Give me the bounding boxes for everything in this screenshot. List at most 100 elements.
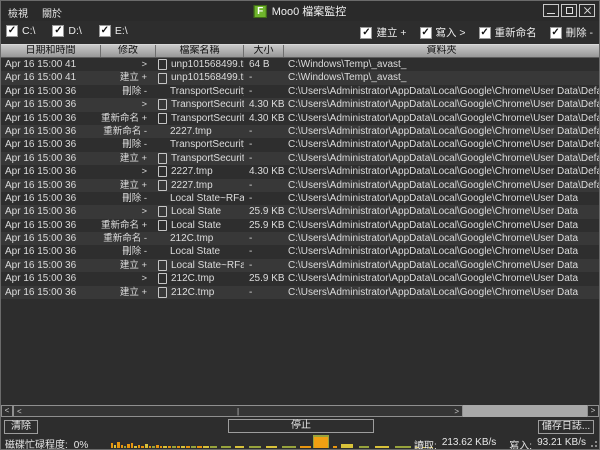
scroll-right-button[interactable]: > <box>587 405 599 417</box>
thumb-grip-icon: | <box>236 406 240 416</box>
resize-grip[interactable] <box>589 439 597 447</box>
filename-text: unp101568499.tmp <box>171 72 244 84</box>
cell-operation: 建立 + <box>119 152 147 164</box>
activity-bar <box>168 446 171 448</box>
title-bar: 檢視 關於 F Moo0 檔案監控 <box>1 1 599 21</box>
activity-bar <box>282 446 296 448</box>
cell-date: Apr 16 15:00 36 <box>5 112 77 124</box>
drive-checkbox-1[interactable]: ✓ D:\ <box>52 25 82 37</box>
activity-bar <box>131 443 133 448</box>
activity-bar <box>191 446 196 448</box>
file-icon <box>158 112 167 124</box>
cell-folder: C:\Users\Administrator\AppData\Local\Goo… <box>288 125 599 137</box>
horizontal-scrollbar[interactable]: < < | > > <box>1 405 599 417</box>
app-icon: F <box>253 4 267 18</box>
activity-bar <box>375 446 389 448</box>
activity-bar <box>300 446 311 448</box>
cell-operation: > <box>141 59 147 70</box>
cell-date: Apr 16 15:00 36 <box>5 259 77 271</box>
cell-filename: 212C.tmp <box>156 272 244 285</box>
activity-bar <box>341 444 353 448</box>
table-row[interactable]: Apr 16 15:00 36 刪除 - TransportSecurity - C:\… <box>1 138 599 152</box>
filename-text: TransportSecurity~RF... <box>171 152 244 164</box>
filename-text: TransportSecurity <box>171 112 244 124</box>
activity-bar <box>203 446 209 448</box>
cell-date: Apr 16 15:00 36 <box>5 192 77 204</box>
maximize-button[interactable] <box>561 4 577 17</box>
activity-bar <box>152 446 155 448</box>
table-row[interactable]: Apr 16 15:00 36 重新命名 - 212C.tmp - C:\Users\A… <box>1 232 599 246</box>
table-row[interactable]: Apr 16 15:00 36 重新命名 - 2227.tmp - C:\Users\A… <box>1 124 599 139</box>
table-row[interactable]: Apr 16 15:00 36 建立 + TransportSecurity~RF.… <box>1 151 599 166</box>
drive-checkbox-0[interactable]: ✓ C:\ <box>6 25 35 37</box>
save-log-button[interactable]: 儲存日誌... <box>538 420 594 434</box>
table-row[interactable]: Apr 16 15:00 36 刪除 - Local State~RFad91e3.… <box>1 191 599 206</box>
file-icon <box>158 152 167 164</box>
event-checkbox-3[interactable]: ✓ 刪除 - <box>549 25 593 40</box>
column-header-2[interactable]: 檔案名稱 <box>156 45 244 57</box>
checkbox-box: ✓ <box>549 26 562 39</box>
minimize-button[interactable] <box>543 4 559 17</box>
table-row[interactable]: Apr 16 15:00 36 重新命名 + TransportSecurity 4.… <box>1 111 599 125</box>
column-header-1[interactable]: 修改 <box>101 45 156 57</box>
column-header-4[interactable]: 資料夾 <box>284 45 599 57</box>
cell-filename: TransportSecurity~RF... <box>156 152 244 165</box>
cell-folder: C:\Users\Administrator\AppData\Local\Goo… <box>288 233 579 245</box>
scroll-left-button[interactable]: < <box>1 405 13 417</box>
cell-size: 4.30 KB <box>249 99 284 111</box>
table-row[interactable]: Apr 16 15:00 41 建立 + unp101568499.tmp- C:\W… <box>1 71 599 85</box>
cell-operation: 建立 + <box>119 286 147 298</box>
checkbox-label: 重新命名 <box>494 27 537 39</box>
cell-filename: TransportSecurity <box>156 112 244 125</box>
window-title-group: F Moo0 檔案監控 <box>253 3 346 19</box>
cell-date: Apr 16 15:00 36 <box>5 99 77 111</box>
menu-item-0[interactable]: 檢視 <box>8 5 28 20</box>
cell-folder: C:\Windows\Temp\_avast_ <box>288 59 407 70</box>
activity-bar <box>156 445 159 448</box>
table-row[interactable]: Apr 16 15:00 41 > unp101568499.tmp 64 B C:\W… <box>1 58 599 72</box>
table-row[interactable]: Apr 16 15:00 36 重新命名 + Local State 25.9 KB C… <box>1 218 599 233</box>
file-icon <box>158 219 167 231</box>
cell-folder: C:\Users\Administrator\AppData\Local\Goo… <box>288 179 599 191</box>
activity-bar <box>127 444 130 448</box>
scrollbar-thumb[interactable]: < | > <box>13 405 463 417</box>
menu-item-1[interactable]: 關於 <box>42 5 62 20</box>
cell-size: - <box>249 125 253 137</box>
filename-text: Local State~RFad91e3... <box>170 192 244 204</box>
scrollbar-track[interactable] <box>463 405 587 417</box>
clear-button[interactable]: 清除 <box>4 420 38 434</box>
filename-text: Local State <box>171 219 222 231</box>
cell-filename: unp101568499.tmp <box>156 58 244 71</box>
table-row[interactable]: Apr 16 15:00 36 建立 + 212C.tmp - C:\Users\Adm… <box>1 285 599 300</box>
event-checkbox-2[interactable]: ✓ 重新命名 <box>478 25 537 40</box>
table-row[interactable]: Apr 16 15:00 36 >212C.tmp 25.9 KB C:\Users\… <box>1 272 599 286</box>
drive-filters: ✓ C:\ ✓ D:\ ✓ E:\ <box>6 25 128 37</box>
cell-folder: C:\Users\Administrator\AppData\Local\Goo… <box>288 139 599 151</box>
cell-filename: TransportSecurity <box>156 138 244 151</box>
table-row[interactable]: Apr 16 15:00 36 >2227.tmp 4.30 KB C:\Users\… <box>1 165 599 179</box>
table-row[interactable]: Apr 16 15:00 36 建立 + 2227.tmp - C:\Users\Adm… <box>1 178 599 192</box>
activity-bar <box>186 446 190 448</box>
cell-operation: 重新命名 + <box>101 219 148 231</box>
activity-bar <box>124 446 126 448</box>
event-checkbox-0[interactable]: ✓ 建立 + <box>360 25 407 40</box>
cell-size: 4.30 KB <box>249 112 284 124</box>
stop-button[interactable]: 停止 <box>228 419 374 433</box>
list-header: 日期和時間 修改 檔案名稱 大小 資料夾 <box>1 44 599 58</box>
table-row[interactable]: Apr 16 15:00 36 建立 + Local State~RFad91e3.… <box>1 258 599 273</box>
cell-folder: C:\Users\Administrator\AppData\Local\Goo… <box>288 206 579 218</box>
table-row[interactable]: Apr 16 15:00 36 > TransportSecurity 4.30 KB… <box>1 98 599 112</box>
io-speed-status: 讀取: 213.62 KB/s 寫入: 93.21 KB/s <box>414 437 586 449</box>
activity-bar <box>111 443 113 448</box>
table-row[interactable]: Apr 16 15:00 36 > Local State 25.9 KB C:\Use… <box>1 205 599 219</box>
filename-text: 212C.tmp <box>171 286 215 298</box>
table-row[interactable]: Apr 16 15:00 36 刪除 - TransportSecurity~RF.… <box>1 84 599 99</box>
table-row[interactable]: Apr 16 15:00 36 刪除 - Local State - C:\Users\… <box>1 245 599 259</box>
column-header-0[interactable]: 日期和時間 <box>1 45 101 57</box>
event-checkbox-1[interactable]: ✓ 寫入 > <box>419 25 466 40</box>
cell-date: Apr 16 15:00 36 <box>5 286 77 298</box>
column-header-3[interactable]: 大小 <box>244 45 284 57</box>
activity-bar <box>333 446 337 448</box>
drive-checkbox-2[interactable]: ✓ E:\ <box>98 25 128 37</box>
close-button[interactable] <box>579 4 595 17</box>
